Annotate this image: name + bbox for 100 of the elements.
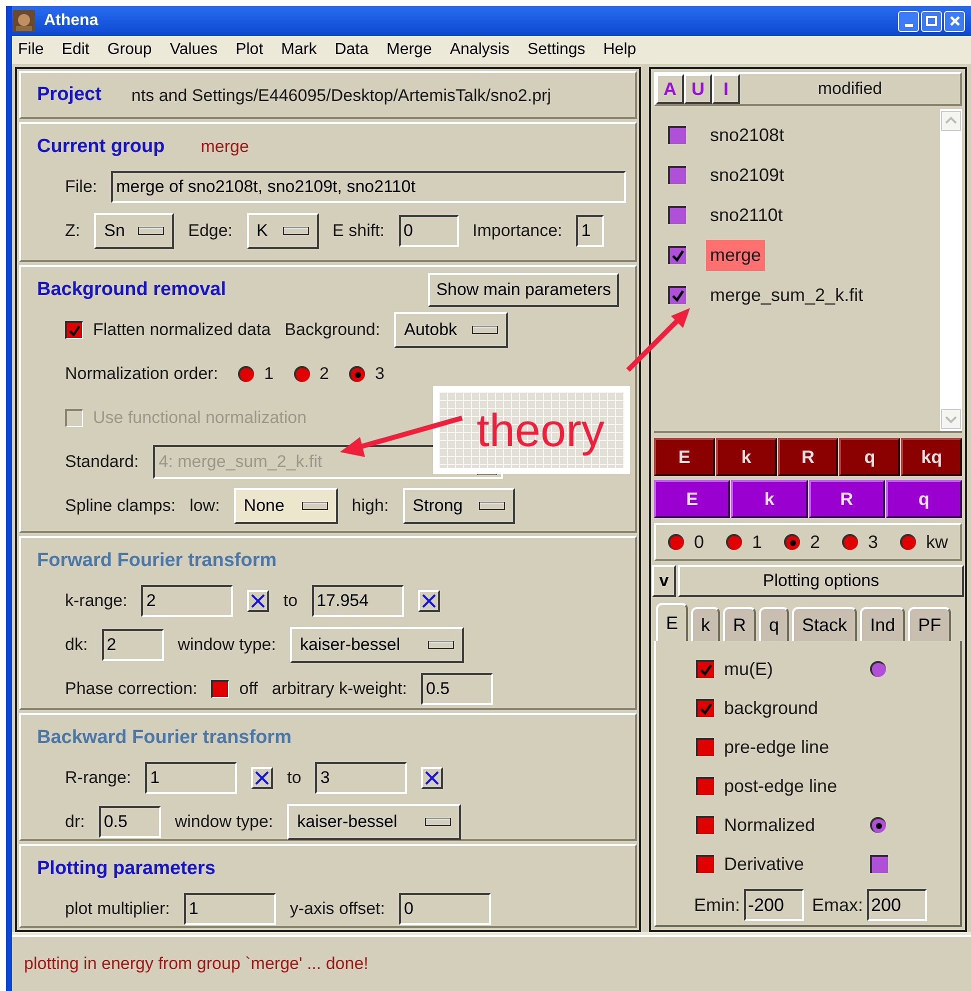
plot-button[interactable]: k [716,438,777,476]
menu-item[interactable]: Merge [386,38,432,62]
menu-item[interactable]: Plot [236,38,264,62]
radio-label: kw [926,530,948,554]
pick-button[interactable] [247,590,270,612]
tab[interactable]: R [723,607,756,641]
pick-button[interactable] [421,767,444,789]
cross-icon [424,770,440,786]
radio-button[interactable] [668,534,684,550]
plot-marked-button[interactable]: R [808,480,885,518]
plot-marked-button[interactable]: E [654,480,730,518]
tab[interactable]: Stack [792,607,858,641]
list-entry[interactable]: sno2109t [706,160,788,190]
menu-item[interactable]: Settings [527,38,586,62]
menu-item[interactable]: Help [603,38,636,62]
radio-button[interactable] [294,366,310,382]
plot-marked-button[interactable]: q [886,480,962,518]
radio-button[interactable] [349,366,365,382]
plot-button[interactable]: kq [901,438,962,476]
text-field[interactable]: merge of sno2108t, sno2109t, sno2110t [111,171,626,203]
list-entry[interactable]: sno2110t [706,200,787,230]
text-field[interactable]: 0 [398,215,459,247]
mark-button[interactable]: U [684,74,712,104]
plot-button[interactable]: E [654,438,715,476]
menu-item[interactable]: Values [170,38,218,62]
menu-item[interactable]: Edit [62,38,90,62]
checkbox[interactable] [65,321,83,339]
pick-button[interactable] [418,590,440,612]
text-field[interactable]: -200 [744,889,804,921]
text-field[interactable]: 1 [184,893,276,925]
checkbox[interactable] [668,286,686,304]
dropdown[interactable]: kaiser-bessel [287,804,462,840]
radio-button[interactable] [238,366,254,382]
radio-button[interactable] [870,661,886,677]
radio-button[interactable] [900,534,916,550]
menu-item[interactable]: Analysis [450,38,510,62]
list-entry[interactable]: sno2108t [706,120,788,150]
plot-button[interactable]: R [778,438,838,476]
scrollbar[interactable] [940,109,962,431]
plot-button[interactable]: q [839,438,900,476]
radio-button[interactable] [870,817,886,833]
text-field[interactable]: 2 [141,585,234,617]
menu-item[interactable]: File [18,38,44,62]
pick-button[interactable] [251,767,274,789]
tab[interactable]: k [691,607,720,641]
toggle-button[interactable]: v [652,565,676,597]
checkbox[interactable] [696,738,714,756]
checkbox[interactable] [211,680,230,698]
tab[interactable]: E [656,603,688,641]
tab[interactable]: Ind [860,607,906,641]
minimize-button[interactable] [898,10,919,32]
menu-item[interactable]: Data [334,38,368,62]
dropdown[interactable]: Sn [94,213,174,249]
plot-marked-button[interactable]: k [731,480,808,518]
dropdown[interactable]: kaiser-bessel [290,627,464,663]
checkbox[interactable] [870,855,888,873]
text-field[interactable]: 1 [145,762,238,794]
show-parameters-button[interactable]: Show main parameters [428,273,619,307]
plotting-options-button[interactable]: Plotting options [678,565,964,597]
text-field[interactable]: 0.5 [421,673,493,705]
option-label: Derivative [724,852,806,876]
checkbox[interactable] [668,166,686,184]
dropdown[interactable]: Strong [402,488,515,524]
text-field[interactable]: 0.5 [98,806,161,838]
close-button[interactable] [944,10,965,32]
list-entry[interactable]: merge_sum_2_k.fit [706,280,868,310]
field-label: Spline clamps: [65,495,176,518]
list-entry[interactable]: merge [706,240,766,270]
text-field[interactable]: 0 [399,893,491,925]
text-field[interactable]: 3 [315,762,408,794]
text-field[interactable]: 2 [102,629,164,661]
mark-button[interactable]: I [712,74,740,104]
radio-button[interactable] [726,534,742,550]
checkbox[interactable] [696,777,714,795]
text-field[interactable]: 200 [867,889,928,921]
maximize-button[interactable] [921,10,942,32]
menu-item[interactable]: Mark [281,38,317,62]
dropdown[interactable]: None [234,488,338,524]
field-label: dr: [65,811,85,834]
option-label: Normalized [724,814,816,836]
checkbox[interactable] [696,816,714,834]
checkbox[interactable] [696,699,714,717]
checkbox[interactable] [668,126,686,144]
checkbox[interactable] [668,246,686,264]
checkbox[interactable] [696,660,714,678]
dropdown[interactable]: K [246,213,319,249]
scroll-down-icon [941,409,961,429]
mark-button[interactable]: A [656,74,684,104]
checkbox[interactable] [696,855,714,873]
radio-button[interactable] [842,534,858,550]
tab[interactable]: q [759,607,790,641]
menu-item[interactable]: Group [107,38,152,62]
tab[interactable]: PF [908,607,952,641]
text-field[interactable]: 1 [576,215,604,247]
section-title: Forward Fourier transform [37,548,277,573]
checkbox[interactable] [668,206,686,224]
text-field[interactable]: 17.954 [312,585,404,617]
radio-button[interactable] [784,534,800,550]
option-label: post-edge line [724,774,838,798]
dropdown[interactable]: Autobk [394,312,508,348]
